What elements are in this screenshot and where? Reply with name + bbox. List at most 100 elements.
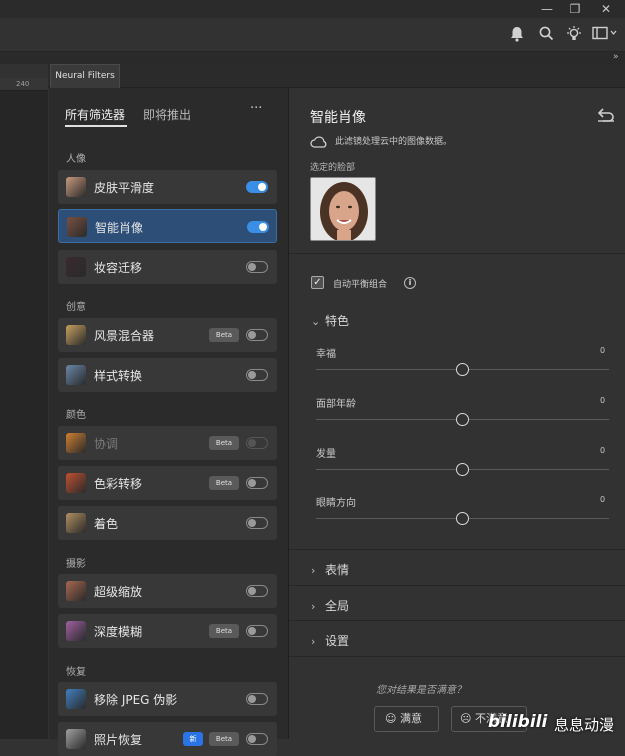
filter-thumbnail (66, 729, 86, 749)
section-expression[interactable]: › 表情 (311, 561, 349, 578)
section-global-label: 全局 (325, 599, 350, 613)
filter-item[interactable]: 智能肖像 (58, 209, 277, 243)
filter-label: 风景混合器 (94, 329, 155, 343)
toggle-knob (248, 587, 256, 595)
more-options-icon[interactable]: ··· (250, 101, 262, 116)
divider (289, 620, 625, 621)
slider-thumb[interactable] (455, 363, 469, 376)
filter-thumbnail (66, 689, 86, 709)
filter-toggle[interactable] (246, 477, 268, 489)
beta-badge: Beta (209, 436, 239, 450)
filter-title: 智能肖像 (310, 110, 366, 126)
slider-label: 眼睛方向 (316, 498, 356, 509)
features-section-label: 特色 (325, 314, 350, 328)
info-icon[interactable]: i (404, 277, 416, 289)
new-badge: 新 (183, 732, 203, 746)
panel-dock-strip (0, 52, 625, 64)
chevron-right-icon: › (311, 600, 316, 613)
divider (289, 549, 625, 550)
panel-layout-icon[interactable] (592, 26, 618, 44)
expand-panels-icon[interactable]: » (613, 52, 619, 62)
search-icon[interactable] (539, 26, 554, 45)
filter-thumbnail (66, 257, 86, 277)
auto-balance-label: 自动平衡组合 (333, 280, 388, 290)
slider-value: 0 (600, 396, 606, 405)
filter-toggle[interactable] (246, 517, 268, 529)
filter-thumbnail (67, 217, 87, 237)
slider-value: 0 (600, 346, 606, 355)
filter-toggle[interactable] (246, 261, 268, 273)
filter-toggle[interactable] (246, 437, 268, 449)
face-thumbnail[interactable] (310, 177, 376, 241)
toggle-knob (248, 479, 256, 487)
satisfied-label: 满意 (399, 712, 422, 725)
lightbulb-icon[interactable] (566, 26, 582, 46)
toggle-knob (248, 519, 256, 527)
filter-toggle[interactable] (246, 369, 268, 381)
auto-balance-checkbox[interactable]: ✓ (311, 276, 324, 289)
filter-thumbnail (66, 513, 86, 533)
slider-label: 面部年龄 (316, 399, 356, 410)
close-button[interactable]: ✕ (592, 0, 620, 18)
tab-all-filters[interactable]: 所有筛选器 (65, 106, 125, 123)
filter-toggle[interactable] (246, 625, 268, 637)
panel-tab-strip (48, 64, 625, 88)
filter-item[interactable]: 移除 JPEG 伪影 (58, 682, 277, 716)
minimize-button[interactable]: — (533, 0, 561, 18)
filter-toggle[interactable] (247, 221, 269, 233)
filter-item[interactable]: 色彩转移 Beta (58, 466, 277, 500)
tab-coming-soon[interactable]: 即将推出 (143, 106, 191, 123)
filter-label: 样式转换 (94, 369, 143, 383)
filter-label: 移除 JPEG 伪影 (94, 693, 178, 707)
filter-toggle[interactable] (246, 733, 268, 745)
section-settings[interactable]: › 设置 (311, 632, 349, 649)
filter-thumbnail (66, 581, 86, 601)
tab-neural-filters[interactable]: Neural Filters (50, 64, 120, 88)
slider-thumb[interactable] (455, 413, 469, 426)
filter-item[interactable]: 皮肤平滑度 (58, 170, 277, 204)
filter-item[interactable]: 协调 Beta (58, 426, 277, 460)
filter-label: 照片恢复 (94, 733, 143, 747)
toggle-knob (259, 223, 267, 231)
filter-label: 着色 (94, 517, 119, 531)
filter-item[interactable]: 样式转换 (58, 358, 277, 392)
filter-thumbnail (66, 365, 86, 385)
filter-toggle[interactable] (246, 693, 268, 705)
bell-icon[interactable] (510, 26, 524, 46)
beta-badge: Beta (209, 732, 239, 746)
toggle-knob (248, 439, 256, 447)
beta-badge: Beta (209, 624, 239, 638)
filter-label: 色彩转移 (94, 477, 143, 491)
filter-toggle[interactable] (246, 181, 268, 193)
satisfied-button[interactable]: ☺ 满意 (374, 706, 439, 732)
beta-badge: Beta (209, 476, 239, 490)
selected-face-label: 选定的脸部 (310, 163, 356, 173)
filter-item[interactable]: 妆容迁移 (58, 250, 277, 284)
slider-thumb[interactable] (455, 512, 469, 525)
active-tab-indicator (65, 125, 127, 127)
filter-item[interactable]: 超级缩放 (58, 574, 277, 608)
category-label: 摄影 (66, 559, 86, 570)
slider-thumb[interactable] (455, 463, 469, 476)
ruler-label: 240 (16, 80, 30, 88)
restore-button[interactable]: ❐ (561, 0, 589, 18)
watermark-text: 息息动漫 (554, 716, 615, 734)
filter-item[interactable]: 风景混合器 Beta (58, 318, 277, 352)
chevron-down-icon: ⌄ (311, 315, 321, 328)
filter-label: 超级缩放 (94, 585, 143, 599)
filter-item[interactable]: 着色 (58, 506, 277, 540)
slider-label: 幸福 (316, 349, 336, 360)
document-canvas[interactable] (0, 78, 48, 739)
features-section-header[interactable]: ⌄ 特色 (311, 312, 349, 329)
filter-thumbnail (66, 473, 86, 493)
section-expression-label: 表情 (325, 563, 350, 577)
cloud-icon (310, 133, 328, 152)
filter-toggle[interactable] (246, 585, 268, 597)
undo-icon[interactable] (597, 107, 615, 126)
filter-item[interactable]: 照片恢复 Beta 新 (58, 722, 277, 756)
beta-badge: Beta (209, 328, 239, 342)
section-global[interactable]: › 全局 (311, 597, 349, 614)
cloud-processing-note: 此滤镜处理云中的图像数据。 (335, 137, 453, 147)
filter-item[interactable]: 深度模糊 Beta (58, 614, 277, 648)
filter-toggle[interactable] (246, 329, 268, 341)
